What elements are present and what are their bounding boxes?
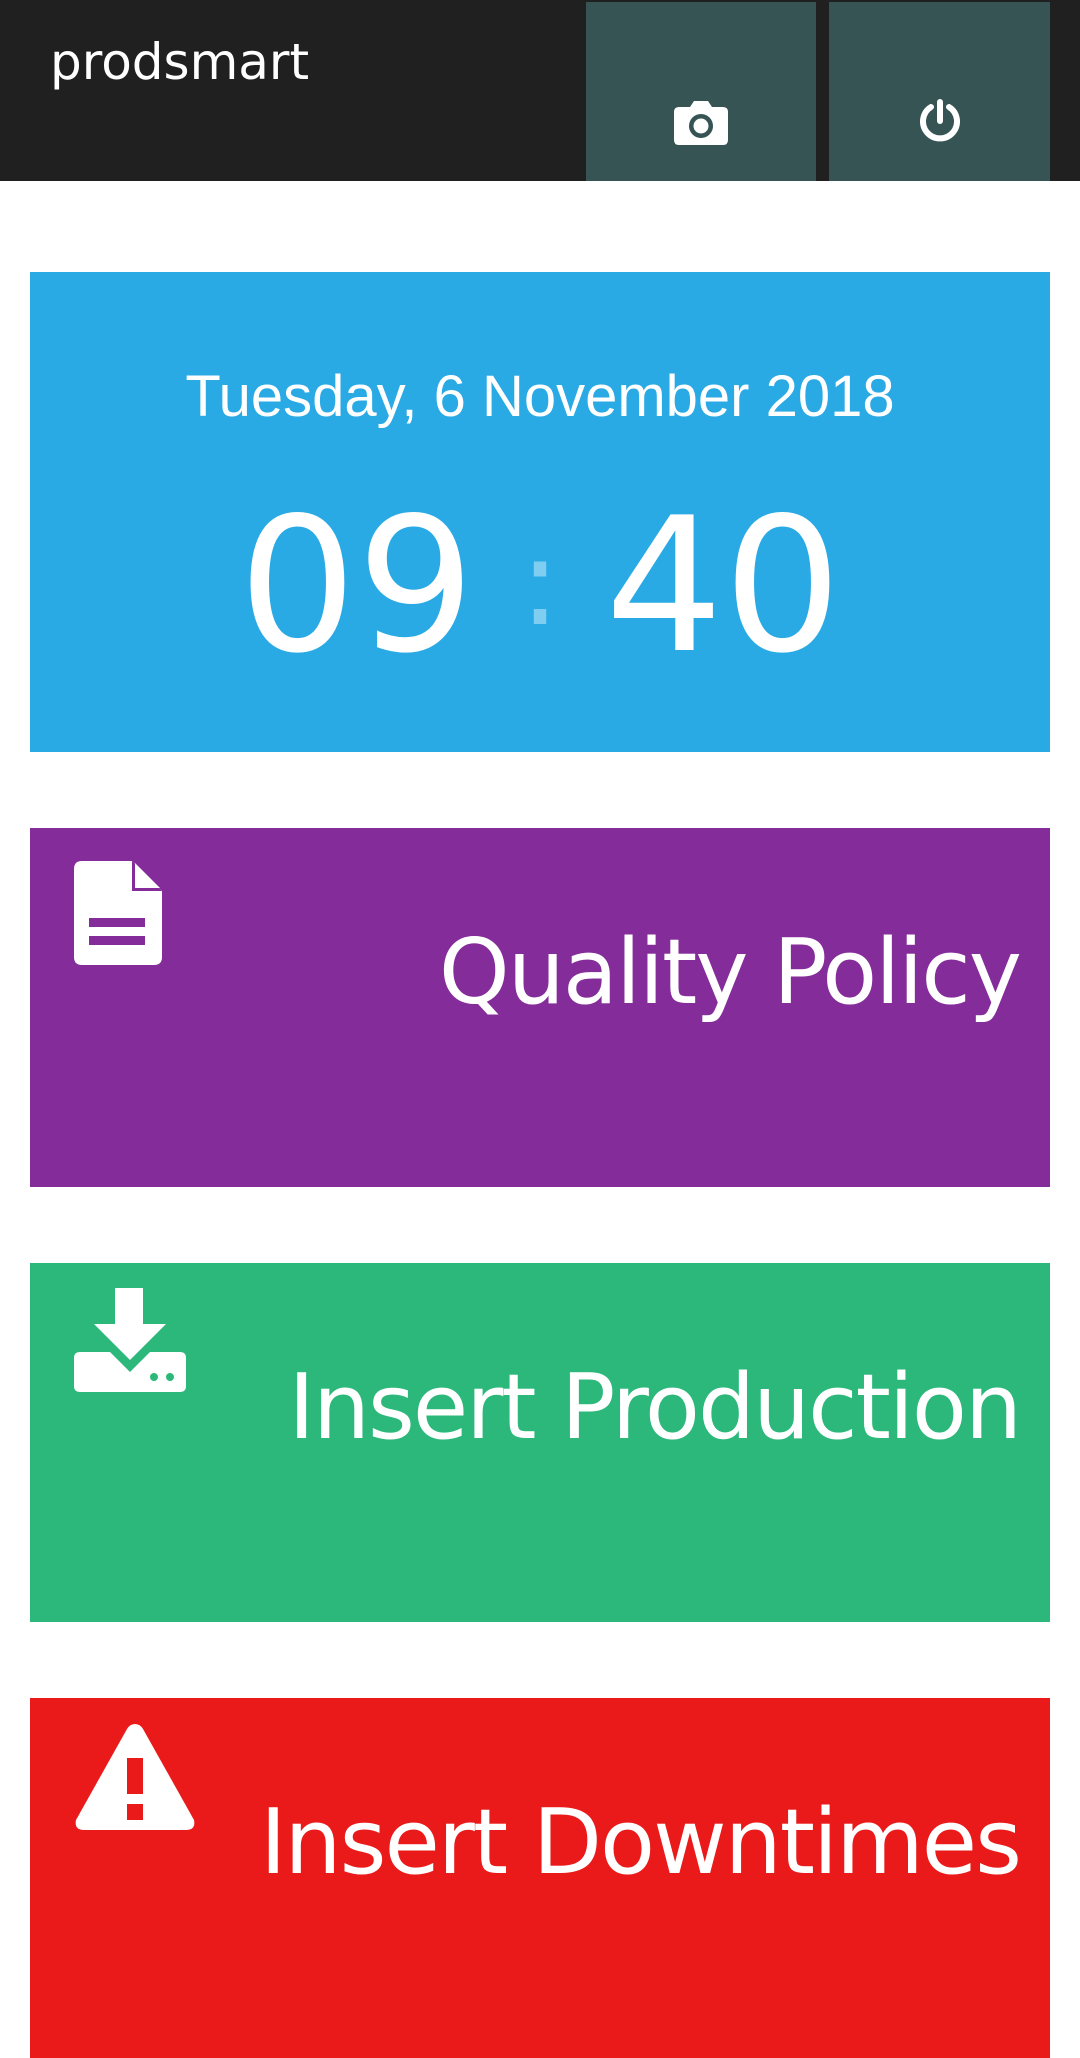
time-separator: : bbox=[519, 514, 561, 653]
power-button[interactable] bbox=[829, 2, 1050, 181]
warning-icon bbox=[75, 1724, 195, 1830]
clock-card: Tuesday, 6 November 2018 09:40 bbox=[30, 272, 1050, 752]
insert-production-tile[interactable]: Insert Production bbox=[30, 1263, 1050, 1622]
power-icon bbox=[919, 99, 960, 142]
top-bar: prodsmart bbox=[0, 0, 1080, 181]
download-tray-icon bbox=[74, 1288, 186, 1392]
insert-production-label: Insert Production bbox=[288, 1355, 1022, 1460]
document-icon bbox=[74, 861, 162, 965]
insert-downtimes-label: Insert Downtimes bbox=[260, 1790, 1022, 1895]
time-hours: 09 bbox=[238, 477, 475, 694]
app-brand: prodsmart bbox=[50, 33, 310, 91]
camera-icon bbox=[674, 101, 728, 145]
quality-policy-tile[interactable]: Quality Policy bbox=[30, 828, 1050, 1187]
quality-policy-label: Quality Policy bbox=[438, 920, 1022, 1025]
insert-downtimes-tile[interactable]: Insert Downtimes bbox=[30, 1698, 1050, 2058]
current-time: 09:40 bbox=[30, 484, 1050, 686]
time-minutes: 40 bbox=[605, 477, 842, 694]
camera-button[interactable] bbox=[586, 2, 816, 181]
current-date: Tuesday, 6 November 2018 bbox=[185, 364, 895, 429]
